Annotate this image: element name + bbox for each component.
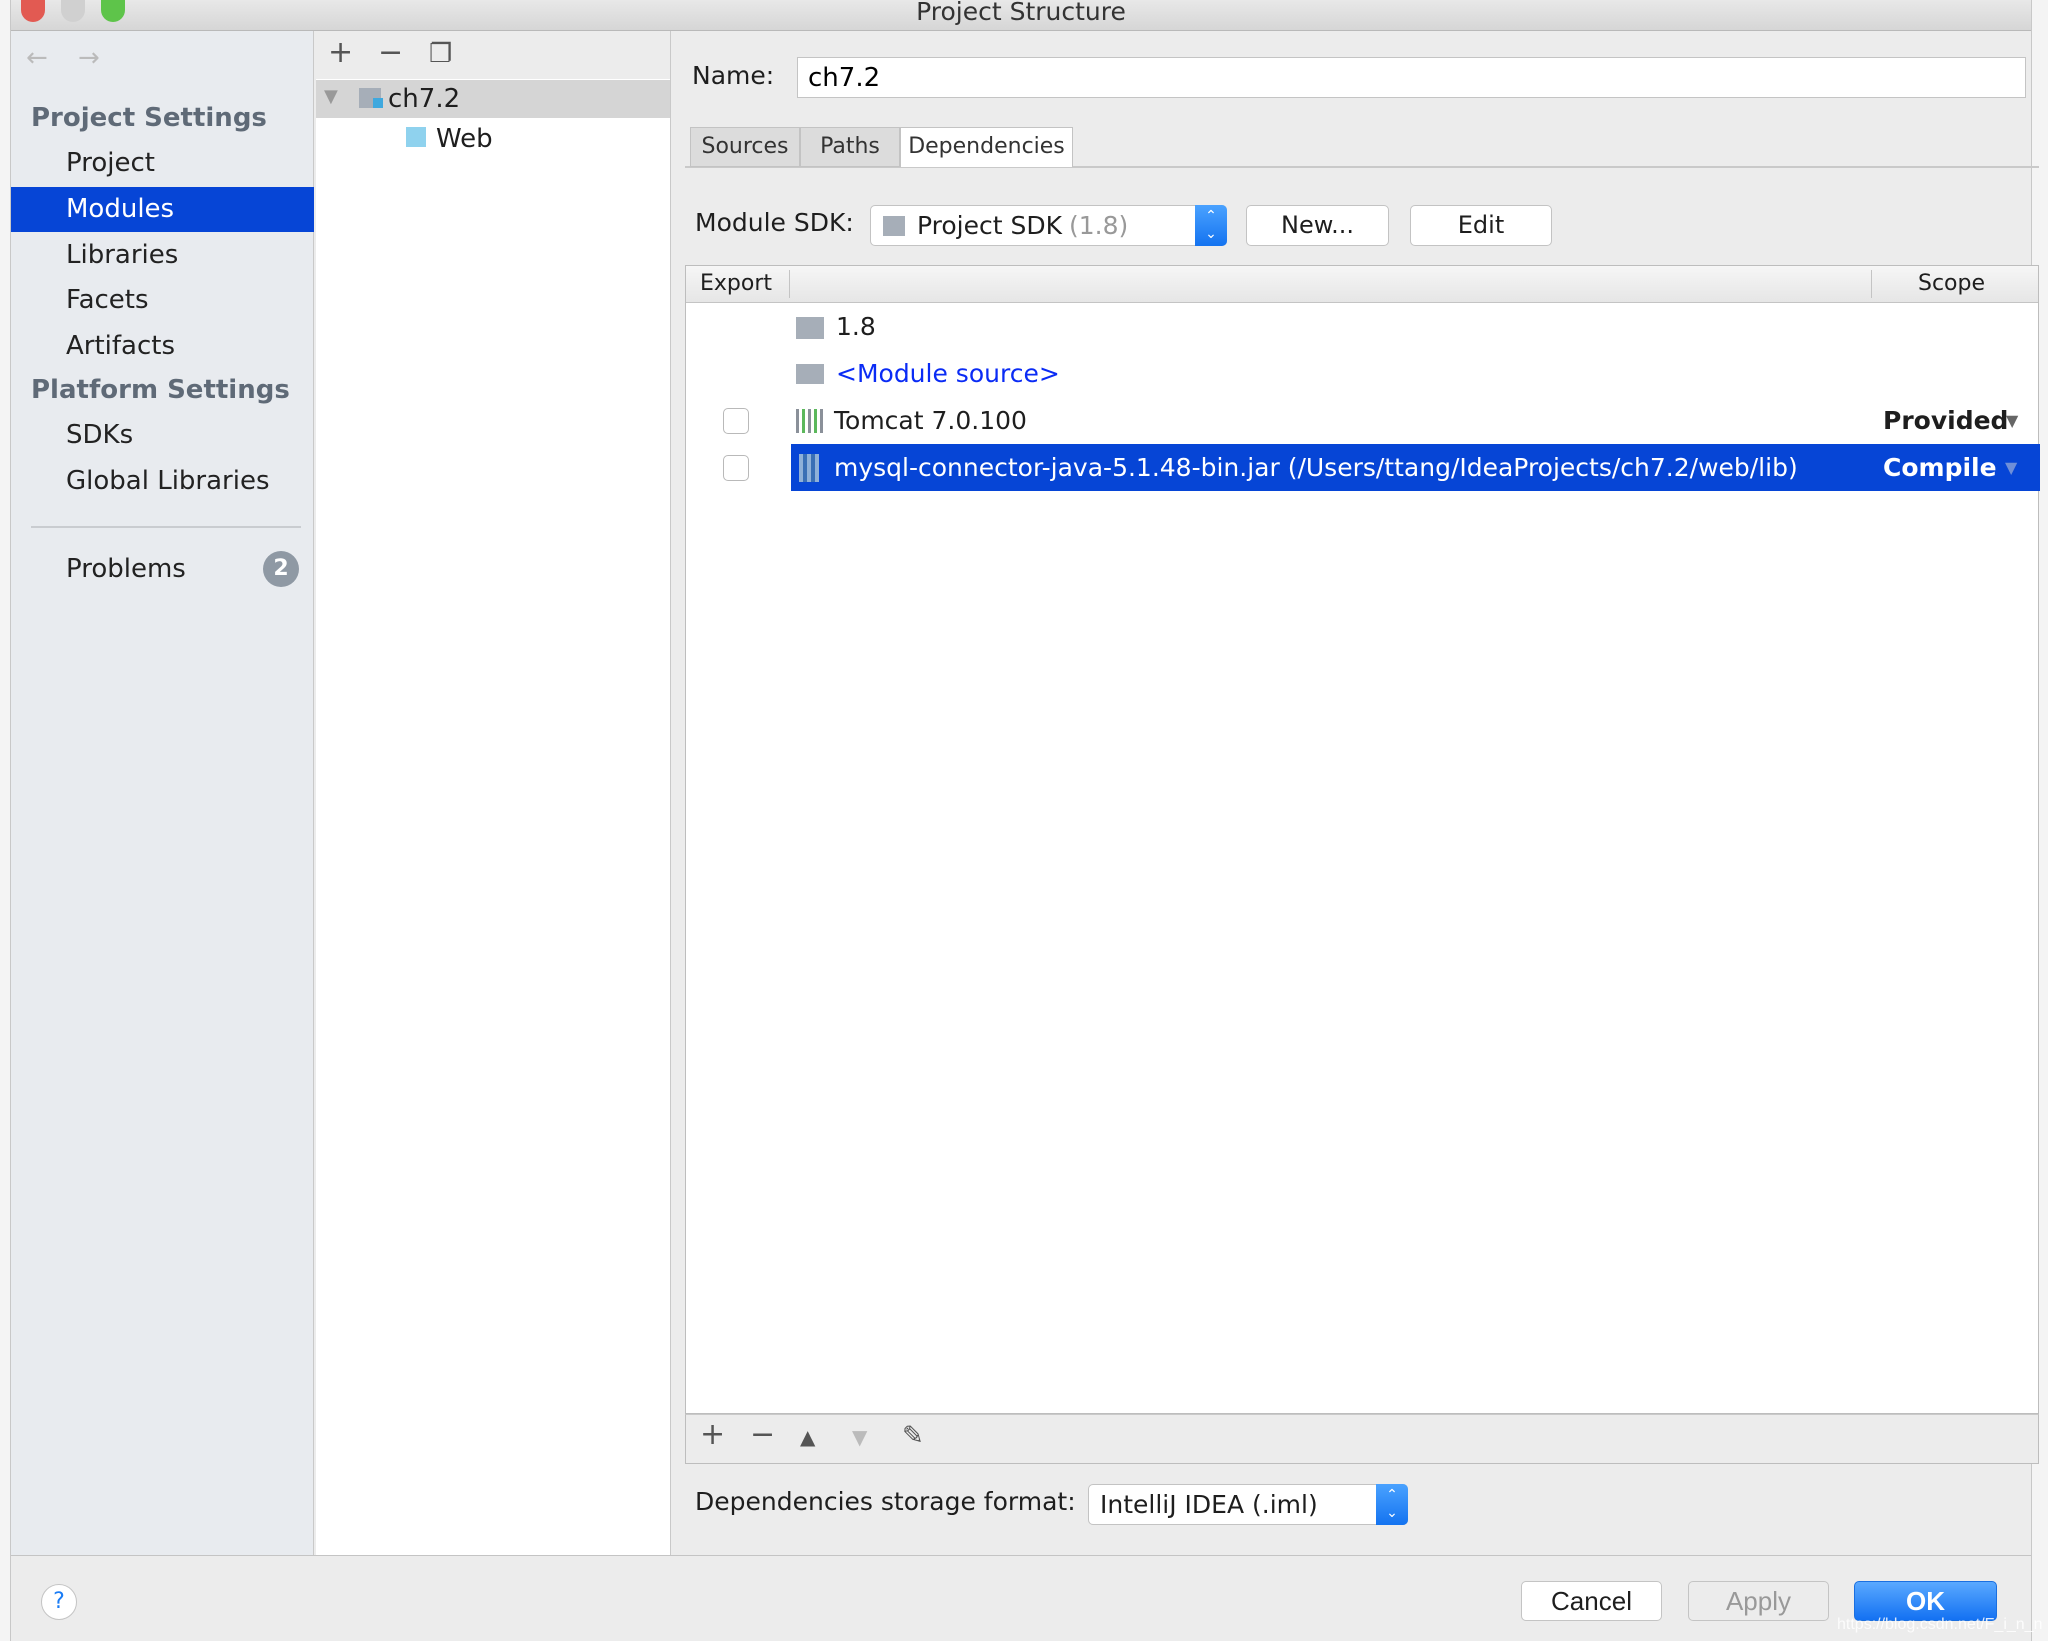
sdk-version: (1.8)	[1069, 211, 1129, 240]
storage-format-select[interactable]: IntelliJ IDEA (.iml) ⌃ ⌄	[1088, 1484, 1408, 1525]
selection-highlight: mysql-connector-java-5.1.48-bin.jar (/Us…	[791, 444, 2040, 491]
export-checkbox[interactable]	[723, 455, 749, 481]
web-facet-icon	[406, 127, 426, 147]
apply-button[interactable]: Apply	[1688, 1581, 1829, 1621]
module-tree-panel: + − ❐ ▼ ch7.2 Web	[316, 31, 671, 1555]
dependency-name: 1.8	[836, 312, 876, 341]
table-row[interactable]: 1.8	[686, 303, 2038, 350]
chevron-up-down-icon: ⌃ ⌄	[1376, 1484, 1408, 1525]
tree-item-ch7-2[interactable]: ▼ ch7.2	[316, 80, 670, 118]
plus-icon[interactable]: +	[328, 35, 353, 70]
column-divider	[1871, 270, 1872, 298]
scope-select[interactable]: Provided	[1883, 397, 2008, 444]
dependency-name: mysql-connector-java-5.1.48-bin.jar (/Us…	[834, 453, 1798, 482]
watermark: https://blog.csdn.net/F_i_n_n	[1837, 1616, 2043, 1633]
divider	[31, 526, 301, 528]
move-up-icon[interactable]: ▲	[800, 1425, 815, 1449]
sidebar-item-libraries[interactable]: Libraries	[11, 233, 314, 278]
library-icon	[796, 409, 824, 433]
storage-format-label: Dependencies storage format:	[695, 1487, 1076, 1516]
tree-label: Web	[436, 124, 493, 154]
sidebar-item-global-libraries[interactable]: Global Libraries	[11, 459, 314, 504]
jar-icon	[799, 454, 819, 482]
edit-sdk-button[interactable]: Edit	[1410, 205, 1552, 246]
tab-paths[interactable]: Paths	[800, 127, 900, 167]
plus-icon[interactable]: +	[700, 1417, 725, 1452]
name-label: Name:	[692, 61, 775, 90]
dependencies-table: Export Scope 1.8 <Module source> Tomcat …	[685, 265, 2040, 1414]
chevron-up-down-icon: ⌃ ⌄	[1195, 205, 1227, 246]
dialog-footer: ? Cancel Apply OK https://blog.csdn.net/…	[11, 1555, 2042, 1641]
module-sdk-select[interactable]: Project SDK (1.8) ⌃ ⌄	[870, 205, 1227, 246]
module-details-panel: Name: Sources Paths Dependencies Module …	[672, 31, 2040, 1555]
problems-count-badge: 2	[263, 551, 299, 587]
tab-sources[interactable]: Sources	[690, 127, 800, 167]
export-checkbox[interactable]	[723, 408, 749, 434]
tree-item-web[interactable]: Web	[406, 120, 606, 158]
project-structure-window: Project Structure ← → Project Settings P…	[10, 0, 2042, 1641]
module-sdk-label: Module SDK:	[695, 208, 854, 237]
window-title: Project Structure	[916, 0, 1126, 26]
table-row[interactable]: Tomcat 7.0.100 Provided ▼	[686, 397, 2038, 444]
move-down-icon[interactable]: ▼	[852, 1425, 867, 1449]
table-row-selected[interactable]: mysql-connector-java-5.1.48-bin.jar (/Us…	[686, 444, 2040, 491]
arrow-left-icon[interactable]: ←	[26, 43, 48, 73]
scope-column-header[interactable]: Scope	[1918, 266, 1985, 302]
sidebar-item-sdks[interactable]: SDKs	[11, 413, 314, 458]
dependency-name: <Module source>	[836, 359, 1060, 388]
column-divider	[789, 270, 790, 298]
new-sdk-button[interactable]: New...	[1246, 205, 1389, 246]
table-header: Export Scope	[686, 266, 2038, 303]
tree-label: ch7.2	[388, 84, 461, 114]
arrow-right-icon[interactable]: →	[78, 43, 100, 73]
dependency-name: Tomcat 7.0.100	[834, 406, 1027, 435]
edit-icon[interactable]: ✎	[902, 1421, 924, 1451]
module-tree-toolbar: + − ❐	[316, 31, 670, 79]
expand-triangle-icon[interactable]: ▼	[324, 86, 338, 107]
title-bar: Project Structure	[11, 0, 2031, 31]
help-button[interactable]: ?	[41, 1584, 77, 1620]
storage-format-value: IntelliJ IDEA (.iml)	[1100, 1490, 1318, 1519]
sidebar-item-artifacts[interactable]: Artifacts	[11, 324, 314, 369]
jdk-folder-icon	[796, 317, 824, 339]
sidebar-item-facets[interactable]: Facets	[11, 278, 314, 323]
dependencies-toolbar: + − ▲ ▼ ✎	[685, 1414, 2039, 1464]
minus-icon[interactable]: −	[750, 1417, 775, 1452]
scope-select[interactable]: Compile	[1883, 444, 1997, 491]
sidebar: ← → Project Settings Project Modules Lib…	[11, 31, 314, 1555]
chevron-down-icon[interactable]: ▼	[2005, 444, 2017, 491]
table-row[interactable]: <Module source>	[686, 350, 2038, 397]
ok-button[interactable]: OK	[1854, 1581, 1997, 1621]
sidebar-item-modules[interactable]: Modules	[11, 187, 314, 232]
cancel-button[interactable]: Cancel	[1521, 1581, 1662, 1621]
chevron-down-icon[interactable]: ▼	[2006, 397, 2018, 444]
minus-icon[interactable]: −	[378, 35, 403, 70]
sidebar-item-project[interactable]: Project	[11, 141, 314, 186]
platform-settings-header: Platform Settings	[31, 375, 290, 405]
export-column-header[interactable]: Export	[700, 266, 772, 302]
project-settings-header: Project Settings	[31, 103, 267, 133]
source-folder-icon	[796, 364, 824, 384]
tab-dependencies[interactable]: Dependencies	[900, 127, 1073, 167]
module-folder-icon	[359, 88, 383, 108]
jdk-folder-icon	[883, 216, 905, 236]
module-name-input[interactable]	[797, 57, 2026, 98]
copy-icon[interactable]: ❐	[429, 39, 452, 69]
sdk-value: Project SDK	[917, 211, 1062, 240]
